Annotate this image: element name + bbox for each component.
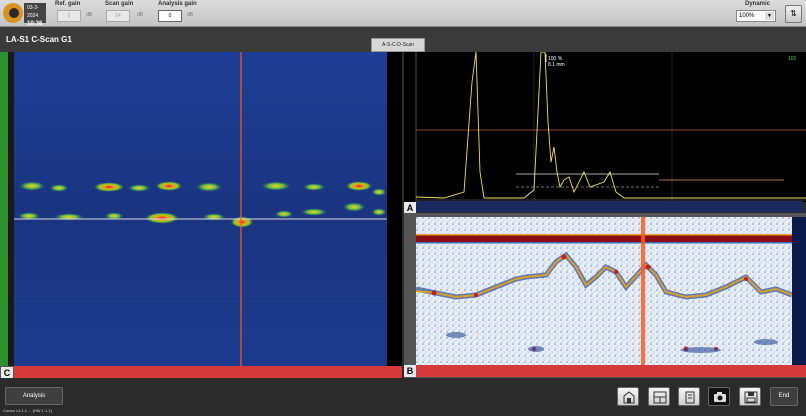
cscan-panel: C — [0, 52, 402, 379]
end-button[interactable]: End — [770, 387, 798, 406]
analysis-button[interactable]: Analysis — [5, 387, 63, 405]
scan-gain-input[interactable]: 14 — [106, 10, 130, 22]
save-icon — [744, 391, 758, 404]
scan-gain-unit: dB — [137, 12, 144, 18]
toolbar: 03-3-2024 10:36 Ref. gain 0 dB Scan gain… — [0, 0, 806, 27]
chevron-down-icon: ▼ — [765, 12, 774, 20]
clipboard-button[interactable] — [678, 387, 700, 406]
dynamic-settings-icon: ⇅ — [790, 9, 797, 18]
ref-gain-input[interactable]: 0 — [57, 10, 81, 22]
bscan-horizontal-scale[interactable] — [416, 365, 806, 377]
bscan-side-strip — [792, 217, 806, 367]
analysis-gain-unit: dB — [187, 12, 194, 18]
page-title: LA-S1 C-Scan G1 — [6, 35, 72, 44]
ascan-horizontal-scale[interactable] — [416, 201, 803, 212]
ascan-cursor-depth: 8.1 mm — [548, 62, 565, 68]
dynamic-value: 100% — [739, 13, 755, 19]
cscan-horizontal-scale[interactable] — [14, 366, 402, 378]
analysis-gain-input[interactable]: 0 — [158, 10, 182, 22]
camera-icon — [714, 392, 726, 402]
date-time: 03-3-2024 10:36 — [24, 3, 46, 27]
report-icon — [623, 391, 635, 404]
layout-icon — [653, 391, 667, 404]
version-text: Cursor v1.1.1 ... (HW 1.1.1) — [3, 408, 52, 413]
clipboard-icon — [685, 391, 695, 404]
dynamic-label: Dynamic — [745, 1, 771, 7]
screenshot-button[interactable] — [708, 387, 730, 406]
tab-ascan-view[interactable]: A-S-C-D-Scan — [371, 38, 425, 52]
logo-icon — [3, 3, 23, 23]
cscan-colorbar — [0, 52, 8, 366]
save-button[interactable] — [739, 387, 761, 406]
ascan-cursor-readout: 100 % 8.1 mm — [548, 56, 565, 68]
bscan-image[interactable] — [416, 217, 792, 367]
cscan-image[interactable] — [14, 52, 387, 366]
dynamic-select[interactable]: 100% ▼ — [736, 10, 776, 22]
bottom-bar: Analysis Cursor v1.1.1 ... (HW 1.1.1) En… — [0, 378, 806, 416]
dynamic-settings-button[interactable]: ⇅ — [785, 5, 802, 23]
ref-gain-label: Ref. gain — [55, 1, 81, 7]
ascan-plot[interactable] — [404, 52, 806, 202]
scan-gain-label: Scan gain — [105, 1, 134, 7]
report-button[interactable] — [617, 387, 639, 406]
bscan-corner-label: B — [404, 365, 416, 377]
ascan-corner-value: 100 — [788, 56, 797, 62]
analysis-gain-label: Analysis gain — [158, 1, 197, 7]
ref-gain-unit: dB — [86, 12, 93, 18]
date-text: 03-3-2024 — [27, 5, 39, 19]
cscan-side-strip — [387, 52, 402, 366]
layout-button[interactable] — [648, 387, 670, 406]
bscan-panel: B — [404, 213, 806, 378]
